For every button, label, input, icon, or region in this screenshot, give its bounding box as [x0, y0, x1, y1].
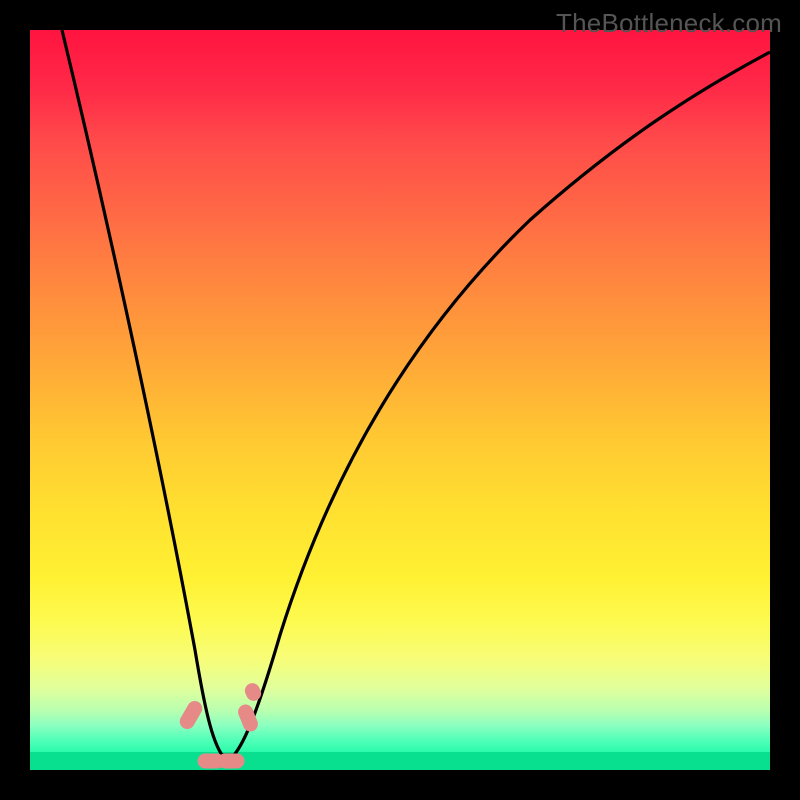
- curve-svg: [30, 30, 770, 770]
- curve-marker: [218, 754, 245, 769]
- bottleneck-curve: [62, 30, 770, 755]
- chart-area: [30, 30, 770, 770]
- watermark-text: TheBottleneck.com: [556, 8, 782, 39]
